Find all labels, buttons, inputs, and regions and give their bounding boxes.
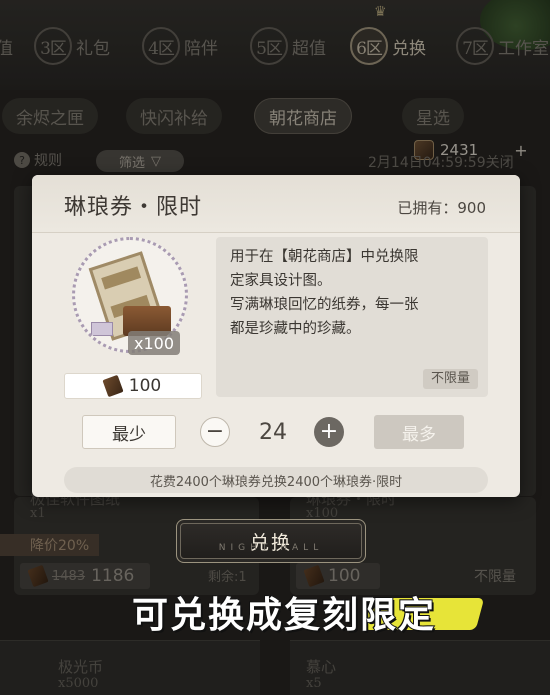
max-button[interactable]: 最多 bbox=[374, 415, 464, 449]
quantity-value[interactable]: 24 bbox=[238, 417, 308, 447]
dialog-title: 琳琅券・限时 bbox=[64, 195, 203, 220]
dialog-header: 琳琅券・限时 已拥有：900 bbox=[32, 175, 520, 233]
description-line: 写满琳琅回忆的纸券，每一张 bbox=[230, 297, 419, 313]
owned-count: 已拥有：900 bbox=[397, 199, 486, 217]
exchange-dialog: 琳琅券・限时 已拥有：900 x100 100 用于在【朝花商店】中兑换限 定家… bbox=[32, 175, 520, 497]
item-quantity-badge: x100 bbox=[128, 331, 181, 355]
exchange-button[interactable]: 兑换 bbox=[176, 519, 366, 563]
cost-summary: 花费2400个琳琅券兑换2400个琳琅券·限时 bbox=[64, 467, 488, 493]
item-description: 用于在【朝花商店】中兑换限 定家具设计图。 写满琳琅回忆的纸券，每一张 都是珍藏… bbox=[216, 237, 488, 397]
ticket-icon bbox=[102, 374, 124, 398]
stamp-shape bbox=[91, 322, 113, 336]
increment-button[interactable]: + bbox=[314, 417, 344, 447]
description-line: 定家具设计图。 bbox=[230, 273, 332, 289]
video-caption: 可兑换成复刻限定 bbox=[131, 594, 436, 637]
price-value: 100 bbox=[128, 376, 162, 396]
decrement-button[interactable]: − bbox=[200, 417, 230, 447]
limit-tag: 不限量 bbox=[422, 369, 478, 389]
description-line: 用于在【朝花商店】中兑换限 bbox=[230, 249, 419, 265]
unit-price: 100 bbox=[64, 373, 202, 399]
min-button[interactable]: 最少 bbox=[82, 415, 176, 449]
description-line: 都是珍藏中的珍藏。 bbox=[230, 321, 361, 337]
exchange-subtitle: NIGHT HALL bbox=[218, 543, 324, 553]
